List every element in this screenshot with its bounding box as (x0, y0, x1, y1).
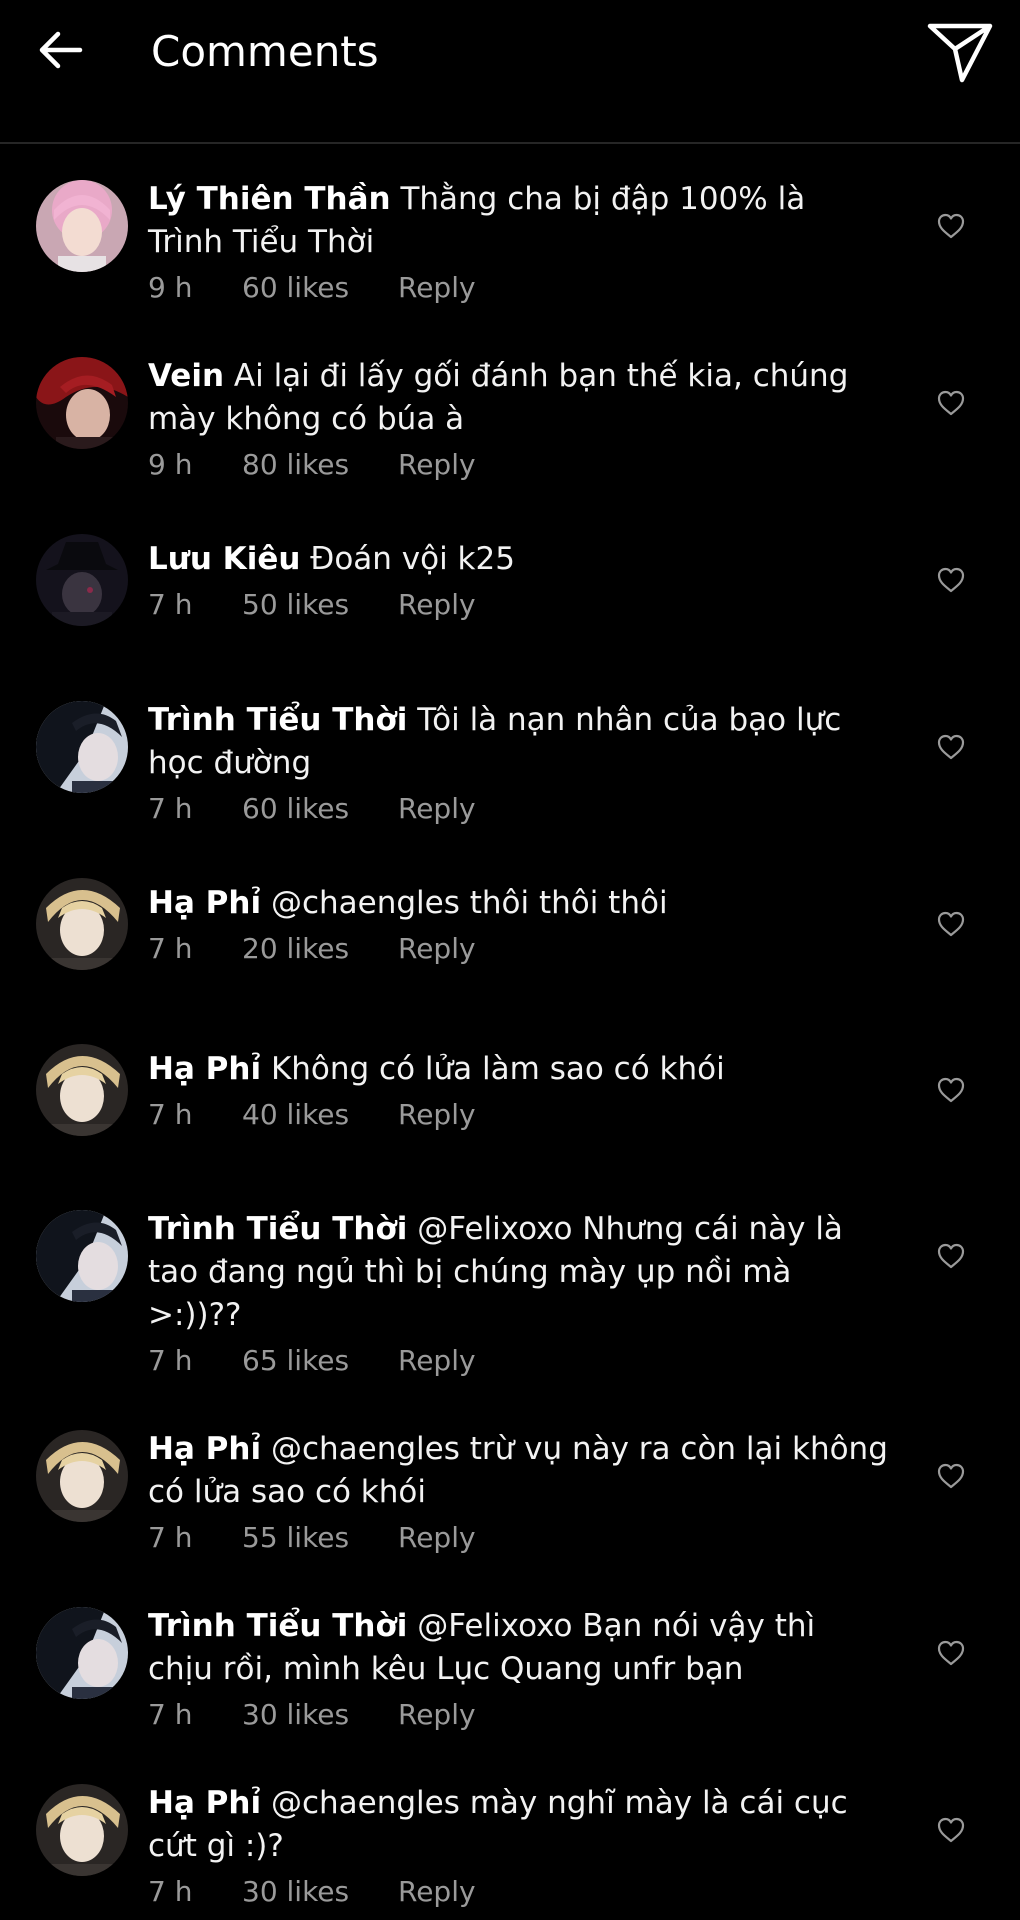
share-button[interactable] (924, 16, 996, 88)
like-button[interactable] (935, 908, 967, 940)
comment-likes[interactable]: 40 likes (242, 1095, 398, 1135)
comment-username[interactable]: Hạ Phỉ (148, 1785, 261, 1821)
avatar[interactable] (36, 180, 128, 272)
heart-icon (937, 1243, 965, 1269)
arrow-left-icon (39, 31, 83, 69)
reply-button[interactable]: Reply (398, 789, 476, 829)
comment-time: 7 h (148, 932, 193, 965)
avatar[interactable] (36, 701, 128, 793)
like-button[interactable] (935, 731, 967, 763)
reply-button[interactable]: Reply (398, 585, 476, 625)
comment-time: 9 h (148, 448, 193, 481)
comment-likes[interactable]: 30 likes (242, 1695, 398, 1735)
like-button[interactable] (935, 210, 967, 242)
heart-icon (937, 734, 965, 760)
comment-likes[interactable]: 50 likes (242, 585, 398, 625)
reply-button[interactable]: Reply (398, 1695, 476, 1735)
heart-icon (937, 1077, 965, 1103)
heart-icon (937, 1640, 965, 1666)
reply-button[interactable]: Reply (398, 268, 476, 308)
like-button[interactable] (935, 1814, 967, 1846)
comment-time: 9 h (148, 271, 193, 304)
comment-username[interactable]: Lưu Kiêu (148, 541, 300, 577)
avatar[interactable] (36, 357, 128, 449)
heart-icon (937, 1817, 965, 1843)
avatar[interactable] (36, 1430, 128, 1522)
comment-likes[interactable]: 30 likes (242, 1872, 398, 1912)
comment-time: 7 h (148, 1521, 193, 1554)
heart-icon (937, 567, 965, 593)
reply-button[interactable]: Reply (398, 1872, 476, 1912)
page-title: Comments (151, 27, 379, 76)
like-button[interactable] (935, 1637, 967, 1669)
like-button[interactable] (935, 1074, 967, 1106)
paper-plane-icon (927, 23, 993, 83)
comment-likes[interactable]: 60 likes (242, 789, 398, 829)
comment-username[interactable]: Vein (148, 358, 224, 394)
comment-username[interactable]: Trình Tiểu Thời (148, 1608, 407, 1644)
comment-time: 7 h (148, 1698, 193, 1731)
comment-time: 7 h (148, 1875, 193, 1908)
comment-likes[interactable]: 55 likes (242, 1518, 398, 1558)
comment-username[interactable]: Trình Tiểu Thời (148, 1211, 407, 1247)
comment-username[interactable]: Hạ Phỉ (148, 1431, 261, 1467)
heart-icon (937, 911, 965, 937)
comment-time: 7 h (148, 588, 193, 621)
like-button[interactable] (935, 564, 967, 596)
comment-time: 7 h (148, 792, 193, 825)
back-button[interactable] (30, 22, 90, 78)
like-button[interactable] (935, 1460, 967, 1492)
comment-text: Không có lửa làm sao có khói (270, 1051, 725, 1087)
avatar[interactable] (36, 1784, 128, 1876)
comment-time: 7 h (148, 1344, 193, 1377)
reply-button[interactable]: Reply (398, 1095, 476, 1135)
comment-likes[interactable]: 60 likes (242, 268, 398, 308)
comment-time: 7 h (148, 1098, 193, 1131)
like-button[interactable] (935, 1240, 967, 1272)
heart-icon (937, 1463, 965, 1489)
comment-text: Ai lại đi lấy gối đánh bạn thế kia, chún… (148, 358, 849, 437)
comment-text: Đoán vội k25 (310, 541, 515, 577)
avatar[interactable] (36, 1210, 128, 1302)
reply-button[interactable]: Reply (398, 445, 476, 485)
comment-username[interactable]: Hạ Phỉ (148, 885, 261, 921)
comment-likes[interactable]: 20 likes (242, 929, 398, 969)
avatar[interactable] (36, 1044, 128, 1136)
comment-likes[interactable]: 80 likes (242, 445, 398, 485)
reply-button[interactable]: Reply (398, 1518, 476, 1558)
avatar[interactable] (36, 534, 128, 626)
comment-text: @chaengles thôi thôi thôi (270, 885, 668, 921)
header-bar: Comments (0, 0, 1020, 144)
comment-username[interactable]: Lý Thiên Thần (148, 181, 391, 217)
heart-icon (937, 213, 965, 239)
reply-button[interactable]: Reply (398, 1341, 476, 1381)
reply-button[interactable]: Reply (398, 929, 476, 969)
comment-username[interactable]: Hạ Phỉ (148, 1051, 261, 1087)
comment-likes[interactable]: 65 likes (242, 1341, 398, 1381)
like-button[interactable] (935, 387, 967, 419)
comment-username[interactable]: Trình Tiểu Thời (148, 702, 407, 738)
heart-icon (937, 390, 965, 416)
avatar[interactable] (36, 878, 128, 970)
avatar[interactable] (36, 1607, 128, 1699)
